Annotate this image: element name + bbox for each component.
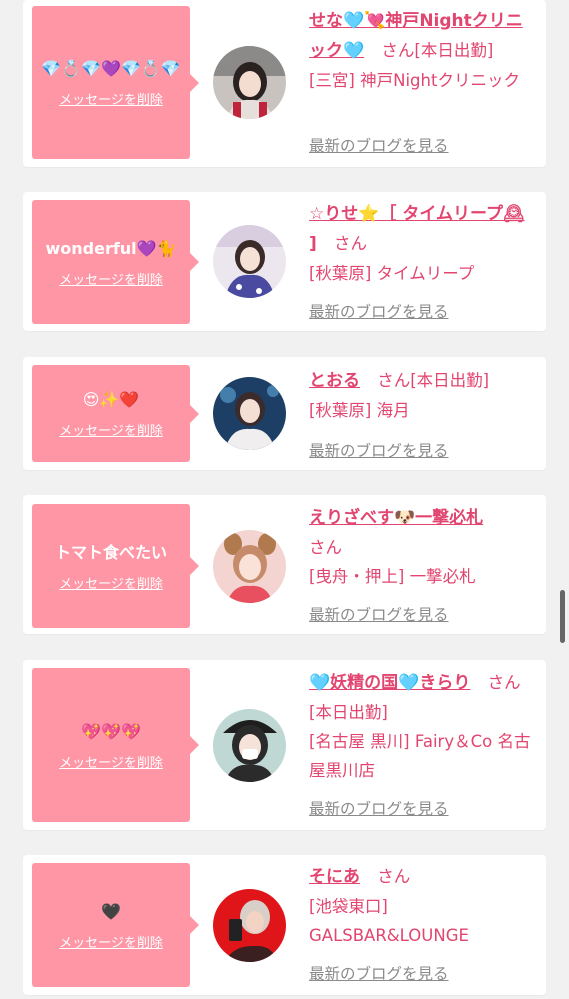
message-text: トマト食べたい xyxy=(54,542,167,562)
shop-name: [名古屋 黒川] Fairy＆Co 名古屋黒川店 xyxy=(309,732,531,780)
latest-blog-link[interactable]: 最新のブログを見る xyxy=(309,300,449,322)
message-box: 🖤 メッセージを削除 xyxy=(32,863,199,987)
avatar[interactable] xyxy=(213,709,286,782)
message-box: 💖💖💖 メッセージを削除 xyxy=(32,668,199,822)
message-card: 😍✨❤️ メッセージを削除 とおる さん[本日出勤] [秋葉原] 海月 最新のブ… xyxy=(23,357,546,470)
cast-info: そにあ さん [池袋東口] GALSBAR&LOUNGE xyxy=(309,862,537,950)
message-card: トマト食べたい メッセージを削除 えりざべす🐶一撃必札 さん [曳舟・押上] 一… xyxy=(23,495,546,634)
cast-name-link[interactable]: そにあ xyxy=(309,867,360,887)
cast-name-link[interactable]: とおる xyxy=(309,371,360,391)
san-suffix: さん xyxy=(309,538,342,557)
message-card: 💎💍💎💜💎💍💎 メッセージを削除 せな🩵💘神戸Nightクリニック🩵 さん[本日… xyxy=(23,0,546,167)
san-suffix: さん xyxy=(334,234,368,253)
today-status: [本日出勤] xyxy=(414,41,494,60)
cast-info: ☆りせ⭐️［ タイムリープ🕰 ] さん [秋葉原] タイムリープ xyxy=(309,199,537,288)
message-card: 💖💖💖 メッセージを削除 🩵妖精の国🩵きらり さん [本日出勤] [名古屋 黒川]… xyxy=(23,660,546,830)
avatar[interactable] xyxy=(213,225,286,298)
delete-message-link[interactable]: メッセージを削除 xyxy=(59,752,163,771)
latest-blog-link[interactable]: 最新のブログを見る xyxy=(309,439,449,461)
message-card: 🖤 メッセージを削除 そにあ さん [池袋東口] GALSBAR&LOUNGE … xyxy=(23,855,546,995)
message-text: wonderful💜🐈 xyxy=(45,238,177,258)
avatar[interactable] xyxy=(213,530,286,603)
cast-info: せな🩵💘神戸Nightクリニック🩵 さん[本日出勤] [三宮] 神戸Nightク… xyxy=(309,6,537,95)
delete-message-link[interactable]: メッセージを削除 xyxy=(59,573,163,592)
latest-blog-link[interactable]: 最新のブログを見る xyxy=(309,134,449,156)
cast-info: 🩵妖精の国🩵きらり さん [本日出勤] [名古屋 黒川] Fairy＆Co 名古屋… xyxy=(309,668,537,785)
latest-blog-link[interactable]: 最新のブログを見る xyxy=(309,603,449,625)
delete-message-link[interactable]: メッセージを削除 xyxy=(59,932,163,951)
message-text: 😍✨❤️ xyxy=(82,390,140,409)
avatar[interactable] xyxy=(213,46,286,119)
shop-name: [曳舟・押上] 一撃必札 xyxy=(309,567,476,586)
san-suffix: さん xyxy=(487,673,521,692)
shop-name: [三宮] 神戸Nightクリニック xyxy=(309,71,520,90)
delete-message-link[interactable]: メッセージを削除 xyxy=(59,420,163,439)
avatar[interactable] xyxy=(213,889,286,962)
message-card: wonderful💜🐈 メッセージを削除 ☆りせ⭐️［ タイムリープ🕰 ] さん… xyxy=(23,192,546,331)
avatar[interactable] xyxy=(213,377,286,450)
today-status: [本日出勤] xyxy=(410,371,490,390)
message-box: トマト食べたい メッセージを削除 xyxy=(32,504,199,628)
today-status: [本日出勤] xyxy=(309,703,388,722)
cast-name-link[interactable]: えりざべす🐶一撃必札 xyxy=(309,508,483,528)
delete-message-link[interactable]: メッセージを削除 xyxy=(59,89,163,108)
message-box: 😍✨❤️ メッセージを削除 xyxy=(32,365,199,462)
delete-message-link[interactable]: メッセージを削除 xyxy=(59,269,163,288)
message-text: 🖤 xyxy=(101,901,121,921)
shop-name: [秋葉原] タイムリープ xyxy=(309,264,475,283)
scrollbar-thumb[interactable] xyxy=(560,590,565,643)
shop-name: [秋葉原] 海月 xyxy=(309,401,410,420)
cast-name-link[interactable]: 🩵妖精の国🩵きらり xyxy=(309,673,470,693)
cast-info: えりざべす🐶一撃必札 さん [曳舟・押上] 一撃必札 xyxy=(309,503,537,591)
san-suffix: さん xyxy=(377,371,411,390)
latest-blog-link[interactable]: 最新のブログを見る xyxy=(309,962,449,984)
san-suffix: さん xyxy=(377,867,411,886)
latest-blog-link[interactable]: 最新のブログを見る xyxy=(309,797,449,819)
message-box: wonderful💜🐈 メッセージを削除 xyxy=(32,200,199,324)
shop-name: [池袋東口] GALSBAR&LOUNGE xyxy=(309,897,469,945)
san-suffix: さん xyxy=(381,41,415,60)
cast-info: とおる さん[本日出勤] [秋葉原] 海月 xyxy=(309,366,537,425)
message-text: 💎💍💎💜💎💍💎 xyxy=(41,59,181,78)
message-box: 💎💍💎💜💎💍💎 メッセージを削除 xyxy=(32,6,199,159)
message-text: 💖💖💖 xyxy=(81,721,141,741)
